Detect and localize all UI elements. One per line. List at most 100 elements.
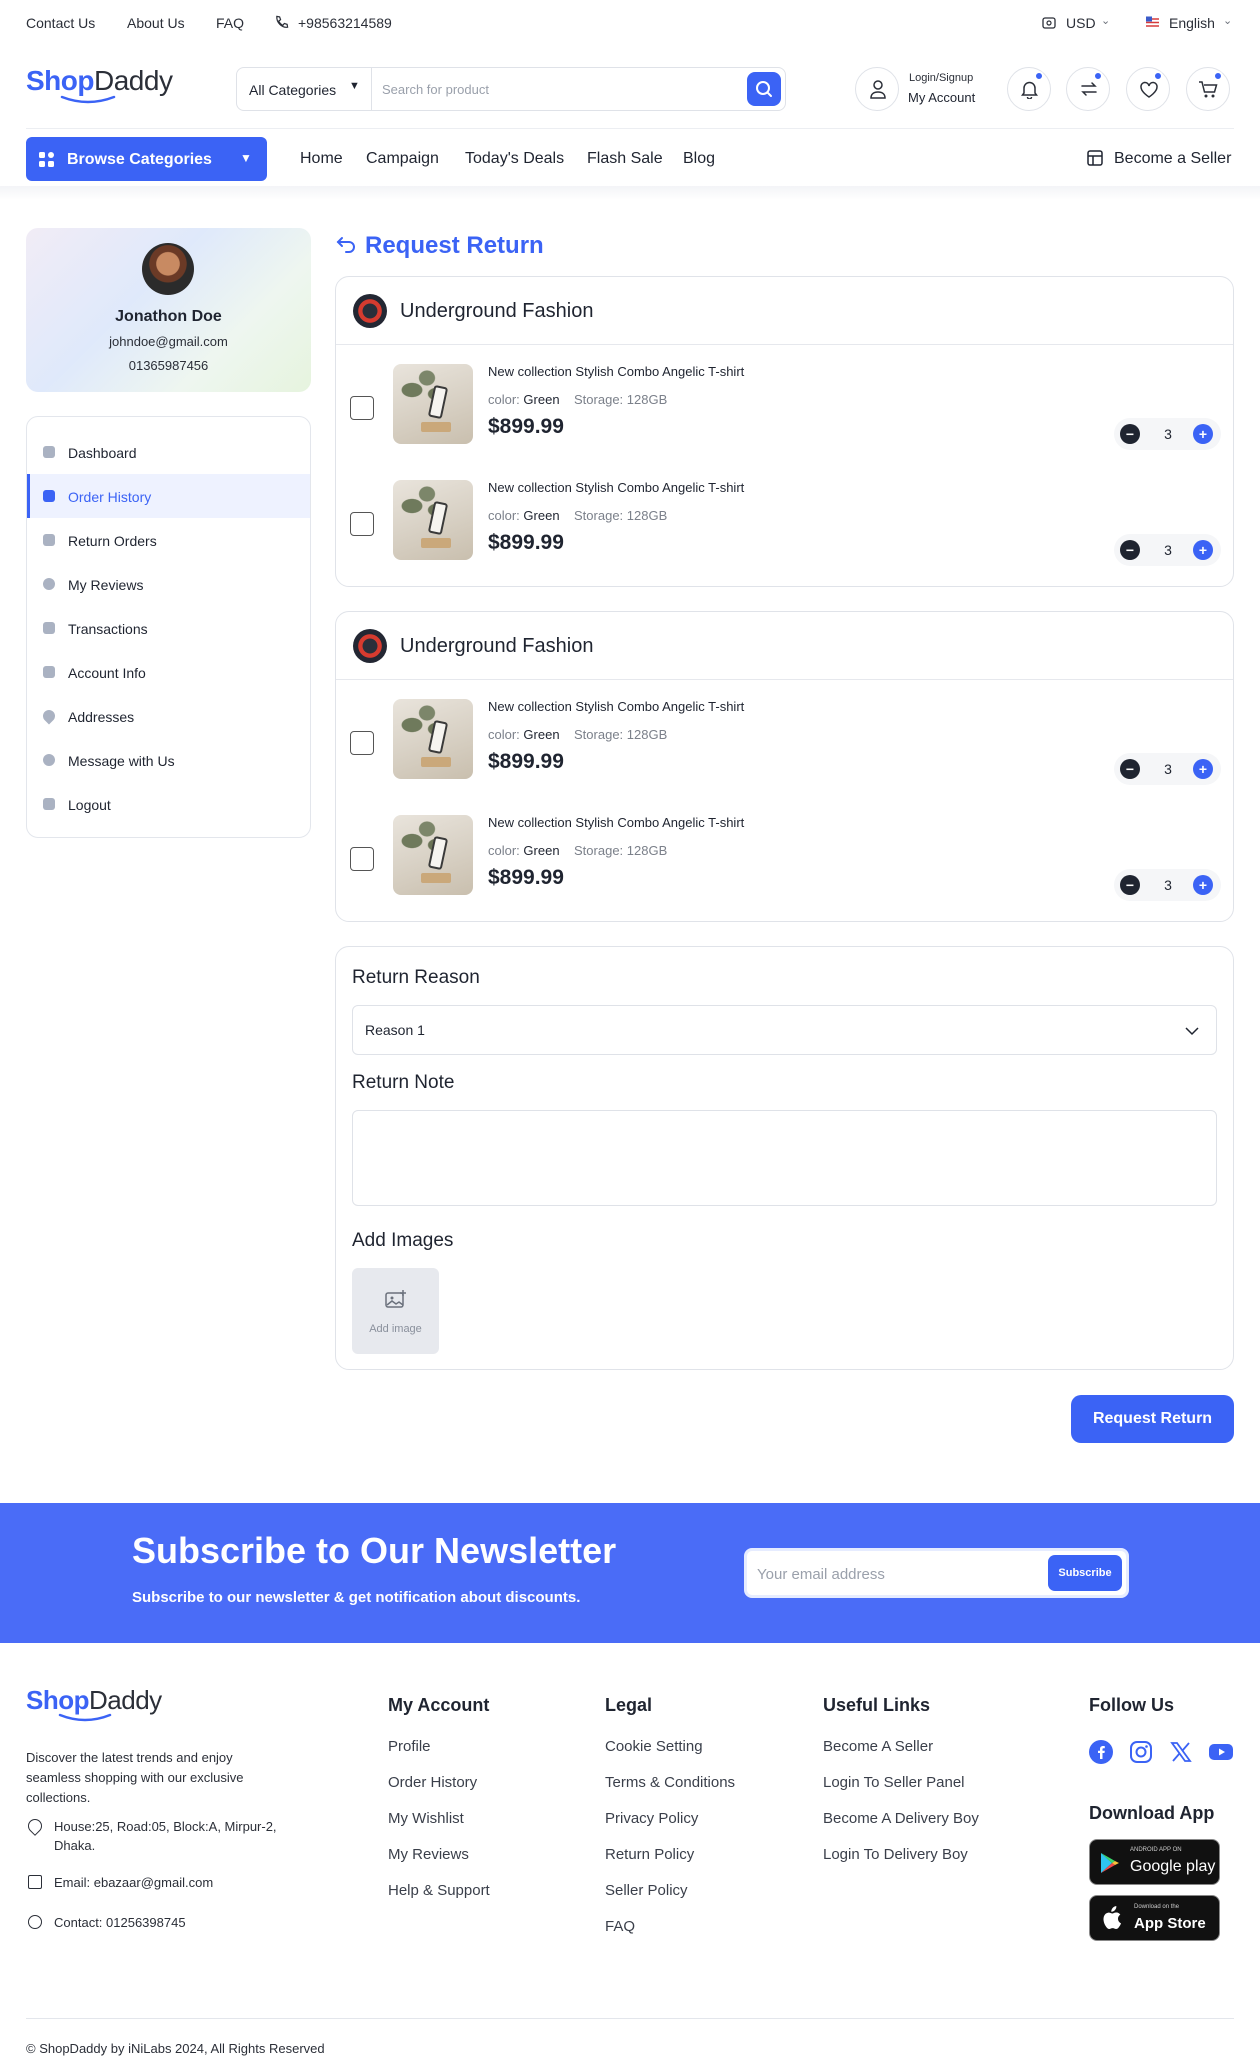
minus-icon[interactable]: − xyxy=(1120,759,1140,779)
browse-categories-button[interactable]: Browse Categories ▼ xyxy=(26,137,267,181)
nav-blog[interactable]: Blog xyxy=(683,150,715,168)
subscribe-button[interactable]: Subscribe xyxy=(1048,1555,1122,1591)
nav-todays-deals[interactable]: Today's Deals xyxy=(465,150,564,168)
heart-icon xyxy=(1140,81,1158,98)
plus-icon[interactable]: + xyxy=(1193,424,1213,444)
item-checkbox[interactable] xyxy=(350,396,374,420)
footer-link-delivery-login[interactable]: Login To Delivery Boy xyxy=(823,1846,968,1863)
return-note-textarea[interactable] xyxy=(352,1110,1217,1206)
account-button[interactable] xyxy=(855,67,899,111)
chevron-down-icon[interactable]: ⌄ xyxy=(1223,14,1232,27)
cart-icon xyxy=(1199,81,1218,98)
sidebar-item-my-reviews[interactable]: My Reviews xyxy=(27,562,310,606)
phone-number: +98563214589 xyxy=(298,15,392,31)
footer-link-profile[interactable]: Profile xyxy=(388,1738,431,1755)
faq-link[interactable]: FAQ xyxy=(216,15,244,31)
footer-link-terms[interactable]: Terms & Conditions xyxy=(605,1774,735,1791)
nav-home[interactable]: Home xyxy=(300,150,343,168)
sidebar-item-dashboard[interactable]: Dashboard xyxy=(27,430,310,474)
return-reason-label: Return Reason xyxy=(352,967,480,988)
footer-link-cookie[interactable]: Cookie Setting xyxy=(605,1738,703,1755)
newsletter-title: Subscribe to Our Newsletter xyxy=(132,1530,617,1571)
return-note-label: Return Note xyxy=(352,1072,455,1093)
product-image xyxy=(393,480,473,560)
footer-logo[interactable]: ShopDaddy xyxy=(26,1685,162,1722)
footer-link-seller-panel[interactable]: Login To Seller Panel xyxy=(823,1774,965,1791)
plus-icon[interactable]: + xyxy=(1193,875,1213,895)
caret-down-icon: ▼ xyxy=(240,151,252,165)
sidebar-item-logout[interactable]: Logout xyxy=(27,782,310,826)
item-checkbox[interactable] xyxy=(350,512,374,536)
header: ShopDaddy All Categories ▼ Login/Signup … xyxy=(26,55,1234,129)
minus-icon[interactable]: − xyxy=(1120,424,1140,444)
notifications-button[interactable] xyxy=(1007,67,1051,111)
order-icon xyxy=(43,490,55,502)
footer-legal-title: Legal xyxy=(605,1695,653,1715)
about-link[interactable]: About Us xyxy=(127,15,185,31)
item-checkbox[interactable] xyxy=(350,731,374,755)
sidebar-item-message[interactable]: Message with Us xyxy=(27,738,310,782)
order-item: New collection Stylish Combo Angelic T-s… xyxy=(336,345,1233,461)
newsletter-email-input[interactable] xyxy=(757,1563,1037,1585)
shop-card: Underground Fashion New collection Styli… xyxy=(335,611,1234,922)
plus-icon[interactable]: + xyxy=(1193,759,1213,779)
return-reason-select[interactable]: Reason 1 xyxy=(352,1005,1217,1055)
cart-button[interactable] xyxy=(1186,67,1230,111)
request-return-button[interactable]: Request Return xyxy=(1071,1395,1234,1443)
return-arrow-icon xyxy=(335,234,357,259)
bell-icon xyxy=(1021,81,1038,99)
footer-link-order-history[interactable]: Order History xyxy=(388,1774,477,1791)
nav-flash-sale[interactable]: Flash Sale xyxy=(587,150,663,168)
category-select[interactable]: All Categories ▼ xyxy=(237,68,372,110)
footer-link-reviews[interactable]: My Reviews xyxy=(388,1846,469,1863)
app-store-button[interactable]: Download on the App Store xyxy=(1089,1895,1220,1941)
youtube-icon[interactable] xyxy=(1209,1740,1233,1764)
phone-icon xyxy=(28,1915,42,1929)
wishlist-button[interactable] xyxy=(1126,67,1170,111)
cart-dot xyxy=(1213,71,1223,81)
currency-select[interactable]: USD xyxy=(1066,15,1096,31)
sidebar-item-account-info[interactable]: Account Info xyxy=(27,650,310,694)
instagram-icon[interactable] xyxy=(1129,1740,1153,1764)
login-signup-link[interactable]: Login/Signup xyxy=(909,72,973,84)
item-checkbox[interactable] xyxy=(350,847,374,871)
location-pin-icon xyxy=(25,1816,45,1836)
product-name: New collection Stylish Combo Angelic T-s… xyxy=(488,699,745,714)
x-twitter-icon[interactable] xyxy=(1169,1740,1193,1764)
wishlist-dot xyxy=(1153,71,1163,81)
minus-icon[interactable]: − xyxy=(1120,540,1140,560)
site-logo[interactable]: ShopDaddy xyxy=(26,65,173,104)
search-button[interactable] xyxy=(747,72,781,106)
sidebar-item-order-history[interactable]: Order History xyxy=(27,474,310,518)
footer-link-return-policy[interactable]: Return Policy xyxy=(605,1846,694,1863)
product-image xyxy=(393,364,473,444)
main-nav: Browse Categories ▼ Home Campaign Today'… xyxy=(26,136,1234,182)
minus-icon[interactable]: − xyxy=(1120,875,1140,895)
footer-link-seller-policy[interactable]: Seller Policy xyxy=(605,1882,688,1899)
footer-link-help[interactable]: Help & Support xyxy=(388,1882,490,1899)
add-image-button[interactable]: Add image xyxy=(352,1268,439,1354)
shop-name: Underground Fashion xyxy=(400,635,594,657)
language-select[interactable]: English xyxy=(1169,15,1215,31)
store-icon xyxy=(1086,149,1104,172)
footer-link-become-seller[interactable]: Become A Seller xyxy=(823,1738,933,1755)
quantity-stepper: − 3 + xyxy=(1114,869,1221,901)
compare-button[interactable] xyxy=(1066,67,1110,111)
become-seller-link[interactable]: Become a Seller xyxy=(1114,150,1231,168)
my-account-link[interactable]: My Account xyxy=(908,90,975,105)
facebook-icon[interactable] xyxy=(1089,1740,1113,1764)
sidebar-item-addresses[interactable]: Addresses xyxy=(27,694,310,738)
plus-icon[interactable]: + xyxy=(1193,540,1213,560)
sidebar-item-transactions[interactable]: Transactions xyxy=(27,606,310,650)
sidebar-item-return-orders[interactable]: Return Orders xyxy=(27,518,310,562)
footer-link-faq[interactable]: FAQ xyxy=(605,1918,635,1935)
search-input[interactable] xyxy=(382,76,722,102)
chevron-down-icon[interactable]: ⌄ xyxy=(1101,14,1110,27)
google-play-button[interactable]: ANDROID APP ON Google play xyxy=(1089,1839,1220,1885)
nav-campaign[interactable]: Campaign xyxy=(366,150,439,168)
grid-icon xyxy=(39,152,54,167)
footer-link-privacy[interactable]: Privacy Policy xyxy=(605,1810,698,1827)
contact-link[interactable]: Contact Us xyxy=(26,15,95,31)
footer-link-become-delivery[interactable]: Become A Delivery Boy xyxy=(823,1810,979,1827)
footer-link-wishlist[interactable]: My Wishlist xyxy=(388,1810,464,1827)
